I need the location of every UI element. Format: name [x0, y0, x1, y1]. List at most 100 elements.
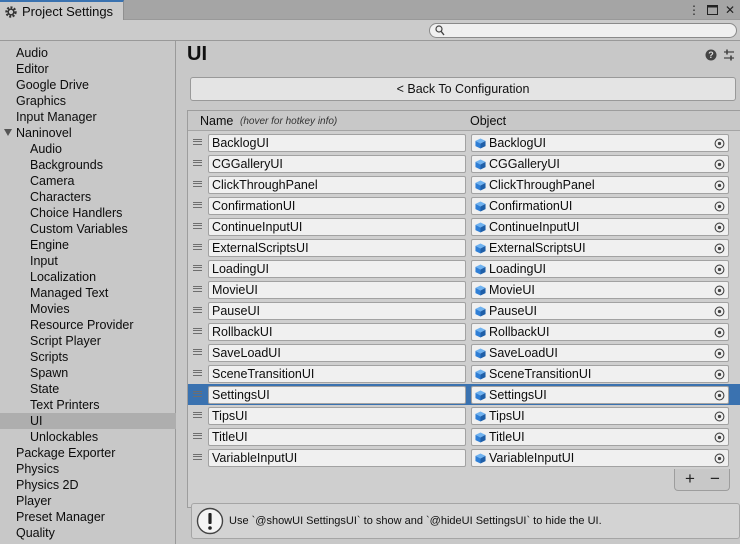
drag-handle-icon[interactable] — [193, 349, 202, 355]
sidebar-item[interactable]: Input — [0, 253, 176, 269]
object-field[interactable]: LoadingUI — [471, 260, 729, 278]
name-field[interactable]: LoadingUI — [208, 260, 466, 278]
sidebar-item[interactable]: Google Drive — [0, 77, 176, 93]
sidebar-item[interactable]: Package Exporter — [0, 445, 176, 461]
sidebar-item[interactable]: Backgrounds — [0, 157, 176, 173]
sidebar-item[interactable]: Choice Handlers — [0, 205, 176, 221]
table-row[interactable]: ConfirmationUI ConfirmationUI — [188, 195, 740, 216]
sidebar-item[interactable]: Physics — [0, 461, 176, 477]
drag-handle-icon[interactable] — [193, 454, 202, 460]
name-field[interactable]: TipsUI — [208, 407, 466, 425]
object-picker-icon[interactable] — [714, 348, 725, 359]
sidebar-item[interactable]: Script Player — [0, 333, 176, 349]
object-field[interactable]: MovieUI — [471, 281, 729, 299]
object-picker-icon[interactable] — [714, 411, 725, 422]
sidebar-item[interactable]: Naninovel — [0, 125, 176, 141]
sidebar-item[interactable]: Localization — [0, 269, 176, 285]
back-to-configuration-button[interactable]: < Back To Configuration — [190, 77, 736, 101]
object-field[interactable]: ClickThroughPanel — [471, 176, 729, 194]
object-field[interactable]: PauseUI — [471, 302, 729, 320]
table-row[interactable]: ContinueInputUI ContinueInputUI — [188, 216, 740, 237]
drag-handle-icon[interactable] — [193, 202, 202, 208]
sidebar-item[interactable]: Engine — [0, 237, 176, 253]
drag-handle-icon[interactable] — [193, 370, 202, 376]
sidebar-item[interactable]: Unlockables — [0, 429, 176, 445]
object-field[interactable]: ContinueInputUI — [471, 218, 729, 236]
sidebar-item[interactable]: Audio — [0, 141, 176, 157]
help-icon[interactable]: ? — [705, 49, 717, 61]
object-picker-icon[interactable] — [714, 285, 725, 296]
object-picker-icon[interactable] — [714, 306, 725, 317]
name-field[interactable]: PauseUI — [208, 302, 466, 320]
sidebar-item[interactable]: Movies — [0, 301, 176, 317]
table-row[interactable]: VariableInputUI VariableInputUI — [188, 447, 740, 468]
sidebar-item[interactable]: Characters — [0, 189, 176, 205]
object-picker-icon[interactable] — [714, 327, 725, 338]
sidebar-item[interactable]: Preset Manager — [0, 509, 176, 525]
drag-handle-icon[interactable] — [193, 286, 202, 292]
sidebar-item[interactable]: Scripts — [0, 349, 176, 365]
sidebar-item[interactable]: Input Manager — [0, 109, 176, 125]
object-field[interactable]: ExternalScriptsUI — [471, 239, 729, 257]
object-field[interactable]: TitleUI — [471, 428, 729, 446]
object-picker-icon[interactable] — [714, 369, 725, 380]
maximize-icon[interactable] — [706, 3, 718, 17]
drag-handle-icon[interactable] — [193, 181, 202, 187]
object-picker-icon[interactable] — [714, 432, 725, 443]
object-picker-icon[interactable] — [714, 243, 725, 254]
table-row[interactable]: ClickThroughPanel ClickThroughPanel — [188, 174, 740, 195]
drag-handle-icon[interactable] — [193, 328, 202, 334]
object-field[interactable]: BacklogUI — [471, 134, 729, 152]
sidebar-item[interactable]: Custom Variables — [0, 221, 176, 237]
name-field[interactable]: ContinueInputUI — [208, 218, 466, 236]
sidebar-item[interactable]: State — [0, 381, 176, 397]
name-field[interactable]: BacklogUI — [208, 134, 466, 152]
name-field[interactable]: TitleUI — [208, 428, 466, 446]
object-picker-icon[interactable] — [714, 264, 725, 275]
table-row[interactable]: BacklogUI BacklogUI — [188, 132, 740, 153]
close-icon[interactable]: ✕ — [724, 3, 736, 17]
table-row[interactable]: CGGalleryUI CGGalleryUI — [188, 153, 740, 174]
name-field[interactable]: VariableInputUI — [208, 449, 466, 467]
object-field[interactable]: ConfirmationUI — [471, 197, 729, 215]
expand-triangle-icon[interactable] — [4, 129, 12, 136]
object-picker-icon[interactable] — [714, 390, 725, 401]
add-button[interactable]: + — [685, 469, 695, 489]
remove-button[interactable]: − — [710, 469, 720, 489]
name-field[interactable]: ExternalScriptsUI — [208, 239, 466, 257]
name-field[interactable]: ClickThroughPanel — [208, 176, 466, 194]
table-row[interactable]: ExternalScriptsUI ExternalScriptsUI — [188, 237, 740, 258]
preset-icon[interactable] — [723, 49, 735, 61]
table-row[interactable]: SceneTransitionUI SceneTransitionUI — [188, 363, 740, 384]
search-input[interactable] — [429, 23, 737, 38]
project-settings-tab[interactable]: Project Settings — [0, 0, 124, 21]
sidebar-item[interactable]: Physics 2D — [0, 477, 176, 493]
sidebar-item[interactable]: UI — [0, 413, 176, 429]
sidebar-item[interactable]: Text Printers — [0, 397, 176, 413]
object-field[interactable]: TipsUI — [471, 407, 729, 425]
table-row[interactable]: SaveLoadUI SaveLoadUI — [188, 342, 740, 363]
table-row[interactable]: TipsUI TipsUI — [188, 405, 740, 426]
object-picker-icon[interactable] — [714, 159, 725, 170]
sidebar-item[interactable]: Editor — [0, 61, 176, 77]
sidebar-item[interactable]: Resource Provider — [0, 317, 176, 333]
sidebar-item[interactable]: Managed Text — [0, 285, 176, 301]
table-row[interactable]: LoadingUI LoadingUI — [188, 258, 740, 279]
object-field[interactable]: CGGalleryUI — [471, 155, 729, 173]
drag-handle-icon[interactable] — [193, 391, 202, 397]
object-picker-icon[interactable] — [714, 201, 725, 212]
object-field[interactable]: SceneTransitionUI — [471, 365, 729, 383]
drag-handle-icon[interactable] — [193, 307, 202, 313]
drag-handle-icon[interactable] — [193, 139, 202, 145]
drag-handle-icon[interactable] — [193, 412, 202, 418]
table-row[interactable]: TitleUI TitleUI — [188, 426, 740, 447]
name-field[interactable]: ConfirmationUI — [208, 197, 466, 215]
name-field[interactable]: SettingsUI — [208, 386, 466, 404]
object-field[interactable]: SaveLoadUI — [471, 344, 729, 362]
table-row[interactable]: PauseUI PauseUI — [188, 300, 740, 321]
table-row[interactable]: RollbackUI RollbackUI — [188, 321, 740, 342]
drag-handle-icon[interactable] — [193, 433, 202, 439]
sidebar-item[interactable]: Graphics — [0, 93, 176, 109]
object-field[interactable]: VariableInputUI — [471, 449, 729, 467]
drag-handle-icon[interactable] — [193, 223, 202, 229]
